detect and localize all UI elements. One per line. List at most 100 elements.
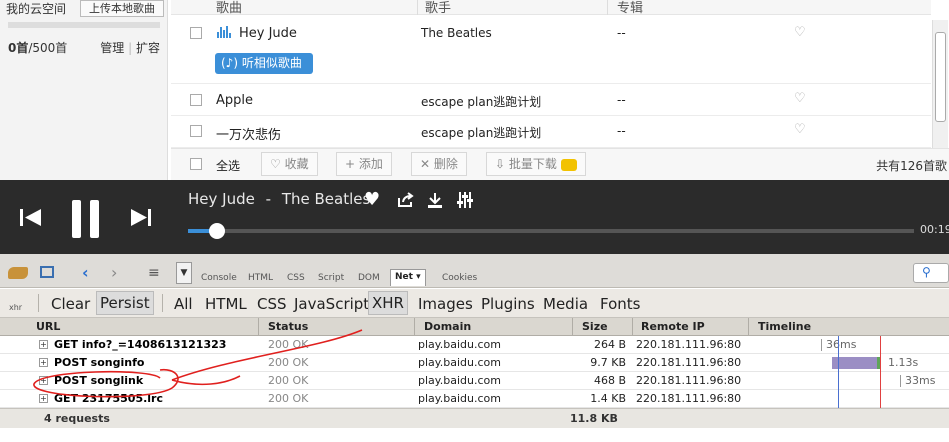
tab-console[interactable]: Console (201, 273, 237, 283)
column-timeline[interactable]: Timeline (758, 320, 811, 333)
request-domain: play.baidu.com (418, 374, 501, 387)
batch-download-label: 批量下载 (508, 157, 557, 171)
filter-xhr[interactable]: XHR (368, 291, 408, 315)
tab-script[interactable]: Script (318, 273, 344, 283)
filter-plugins[interactable]: Plugins (481, 295, 535, 313)
row-checkbox[interactable] (190, 94, 202, 106)
song-title[interactable]: Hey Jude (239, 26, 297, 41)
request-domain: play.baidu.com (418, 338, 501, 351)
previous-icon[interactable] (20, 208, 42, 228)
row-checkbox[interactable] (190, 125, 202, 137)
forward-icon[interactable]: › (111, 263, 117, 282)
vip-icon (560, 158, 577, 171)
heart-icon[interactable]: ♡ (794, 122, 806, 137)
manage-link[interactable]: 管理 (100, 41, 124, 55)
select-all-checkbox[interactable] (190, 158, 202, 170)
timeline-marker (838, 336, 839, 408)
similar-songs-button[interactable]: (♪) 听相似歌曲 (215, 53, 313, 74)
heart-icon[interactable]: ♡ (794, 25, 806, 40)
request-size: 264 B (593, 338, 626, 351)
firebug-icon[interactable] (8, 267, 28, 279)
column-divider (748, 318, 749, 336)
plus-icon: + (345, 157, 356, 171)
upload-button[interactable]: 上传本地歌曲 (80, 0, 164, 17)
request-time: 36ms (826, 338, 857, 351)
song-artist[interactable]: escape plan逃跑计划 (421, 124, 541, 141)
screen: 我的云空间 上传本地歌曲 0首/500首 管理 | 扩容 歌曲 歌手 专辑 He… (0, 0, 949, 442)
timeline-bar (900, 375, 901, 387)
share-icon[interactable] (397, 192, 414, 208)
dropdown-icon[interactable]: ▼ (176, 262, 192, 284)
tab-dom[interactable]: DOM (358, 273, 380, 283)
header-song[interactable]: 歌曲 (216, 0, 242, 16)
expand-link[interactable]: 扩容 (136, 41, 160, 55)
filter-css[interactable]: CSS (257, 295, 287, 313)
filter-javascript[interactable]: JavaScript (294, 295, 369, 313)
header-album[interactable]: 专辑 (617, 0, 643, 16)
now-playing-separator: - (265, 190, 272, 208)
song-artist[interactable]: The Beatles (421, 26, 492, 40)
request-ip: 220.181.111.96:80 (636, 374, 742, 387)
batch-download-button[interactable]: ⇩ 批量下载 (486, 152, 586, 176)
favorite-button[interactable]: ♡ 收藏 (261, 152, 318, 176)
song-title[interactable]: 一万次悲伤 (216, 124, 281, 143)
tab-css[interactable]: CSS (287, 273, 305, 283)
heart-icon[interactable]: ♡ (794, 91, 806, 106)
filter-html[interactable]: HTML (205, 295, 247, 313)
song-title[interactable]: Apple (216, 93, 253, 108)
column-domain[interactable]: Domain (424, 320, 471, 333)
capacity-divider: | (128, 41, 133, 55)
column-size[interactable]: Size (582, 320, 608, 333)
tab-net[interactable]: Net ▾ (390, 269, 426, 286)
scrollbar-thumb[interactable] (935, 32, 946, 122)
capacity-used: 0首 (8, 41, 29, 55)
filter-images[interactable]: Images (418, 295, 473, 313)
net-filter-bar: xhr Clear Persist All HTML CSS JavaScrip… (0, 289, 949, 318)
progress-bar[interactable] (188, 223, 914, 239)
equalizer-icon[interactable] (457, 192, 473, 208)
row-checkbox[interactable] (190, 27, 202, 39)
inspect-icon[interactable] (40, 266, 54, 278)
now-playing-title: Hey Jude (188, 190, 255, 208)
devtools-search[interactable]: ⚲ (913, 263, 949, 283)
favorite-label: 收藏 (284, 157, 309, 171)
request-domain: play.baidu.com (418, 392, 501, 405)
song-row[interactable]: Hey Jude The Beatles -- ♡ (♪) 听相似歌曲 (171, 16, 931, 84)
next-icon[interactable] (130, 208, 152, 228)
request-time: 1.13s (888, 356, 919, 369)
filter-fonts[interactable]: Fonts (600, 295, 640, 313)
filter-all[interactable]: All (174, 295, 193, 313)
elapsed-time: 00:19 (920, 223, 949, 236)
playing-icon (217, 26, 231, 38)
progress-knob[interactable] (209, 223, 226, 239)
column-divider (572, 318, 573, 336)
select-all-label[interactable]: 全选 (216, 157, 240, 174)
add-button[interactable]: + 添加 (336, 152, 392, 176)
song-list-scrollbar[interactable] (932, 20, 948, 148)
column-remote-ip[interactable]: Remote IP (641, 320, 705, 333)
request-domain: play.baidu.com (418, 356, 501, 369)
song-row[interactable]: Apple escape plan逃跑计划 -- ♡ (171, 85, 931, 116)
download-icon[interactable] (427, 192, 443, 208)
tab-html[interactable]: HTML (248, 273, 273, 283)
close-icon: ✕ (420, 157, 431, 171)
clear-button[interactable]: Clear (51, 295, 90, 313)
song-table-header: 歌曲 歌手 专辑 (171, 0, 931, 16)
song-artist[interactable]: escape plan逃跑计划 (421, 93, 541, 110)
column-divider (607, 0, 608, 15)
column-divider (417, 0, 418, 15)
song-row[interactable]: 一万次悲伤 escape plan逃跑计划 -- ♡ (171, 117, 931, 148)
menu-icon[interactable]: ≡ (148, 265, 160, 281)
devtools-tab-bar: ‹ › ≡ ▼ Console HTML CSS Script DOM Net … (0, 254, 949, 288)
capacity-bar (8, 22, 160, 28)
back-icon[interactable]: ‹ (82, 263, 89, 282)
request-ip: 220.181.111.96:80 (636, 356, 742, 369)
filter-media[interactable]: Media (543, 295, 588, 313)
capacity-row: 0首/500首 管理 | 扩容 (8, 39, 160, 56)
persist-button[interactable]: Persist (96, 291, 154, 315)
header-artist[interactable]: 歌手 (425, 0, 451, 16)
heart-icon[interactable]: ♥ (364, 189, 380, 210)
delete-button[interactable]: ✕ 删除 (411, 152, 467, 176)
tab-cookies[interactable]: Cookies (442, 273, 477, 283)
pause-icon[interactable] (70, 200, 102, 238)
